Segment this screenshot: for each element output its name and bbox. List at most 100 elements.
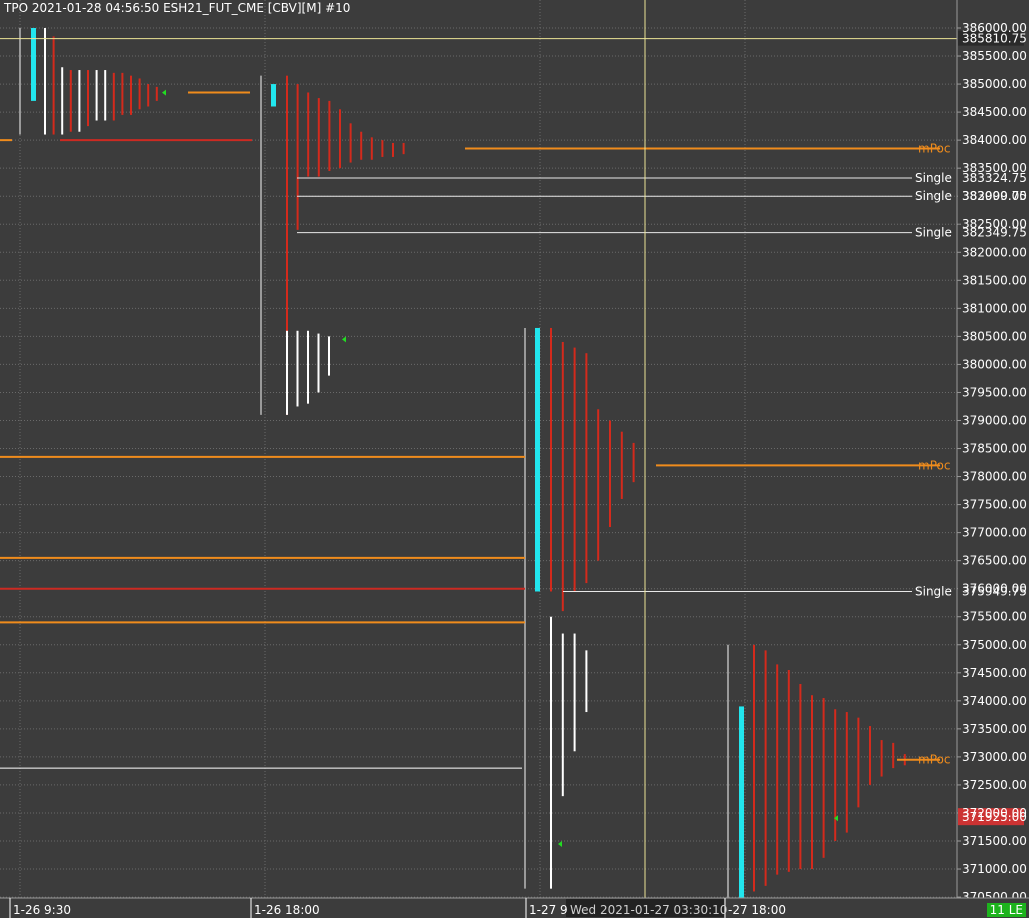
price-tick-label: 372500.00: [962, 778, 1027, 792]
chart-title: TPO 2021-01-28 04:56:50 ESH21_FUT_CME [C…: [4, 1, 351, 15]
price-tick-label: 371000.00: [962, 862, 1027, 876]
tpo-column: [360, 131, 363, 160]
tpo-column: [130, 75, 132, 115]
tpo-column-lower: [561, 633, 564, 797]
single-label: Single: [915, 171, 952, 185]
price-tick-label: 377000.00: [962, 526, 1027, 540]
price-tick-label: 381000.00: [962, 301, 1027, 315]
chart-background: [0, 0, 1029, 918]
price-tick-label: 373000.00: [962, 750, 1027, 764]
single-label: Single: [915, 189, 952, 203]
time-tick-label: -27 18:00: [728, 903, 786, 917]
tpo-column: [632, 442, 635, 483]
price-tick-label: 373500.00: [962, 722, 1027, 736]
last-price-label: 371925.00: [962, 810, 1027, 824]
tpo-column: [857, 717, 860, 808]
initial-balance-bar: [535, 327, 540, 592]
tpo-column: [880, 740, 883, 777]
tpo-column: [892, 742, 895, 769]
time-tick-label: 1-26 18:00: [254, 903, 320, 917]
price-tick-label: 380000.00: [962, 357, 1027, 371]
tpo-column: [620, 431, 623, 499]
tpo-column: [104, 70, 107, 121]
tpo-column: [561, 341, 564, 612]
single-value-label: 382999.75: [962, 189, 1027, 203]
mpoc-label: mPoc: [918, 753, 950, 767]
single-label: Single: [915, 585, 952, 599]
tpo-column: [95, 70, 98, 121]
tpo-column-lower: [307, 330, 309, 404]
tpo-column: [787, 669, 790, 872]
tpo-column: [764, 650, 767, 886]
tpo-column-lower: [550, 616, 552, 889]
tpo-column: [339, 109, 341, 169]
time-tick-label: 1-27 9: [529, 903, 568, 917]
tpo-column: [78, 70, 81, 132]
tpo-column: [52, 36, 55, 135]
crosshair-price-label: 385810.75: [962, 32, 1027, 46]
tpo-column: [69, 70, 72, 132]
price-tick-label: 375000.00: [962, 638, 1027, 652]
tpo-column: [609, 420, 611, 528]
initial-balance-bar: [739, 706, 744, 900]
tpo-column: [44, 28, 46, 135]
tpo-column: [381, 140, 384, 157]
tpo-plot-area[interactable]: SingleSingleSingleSinglemPocmPocmPoc3860…: [0, 0, 1029, 918]
single-value-label: 382349.75: [962, 226, 1027, 240]
tpo-column: [811, 695, 813, 870]
tpo-column: [776, 664, 779, 875]
price-tick-label: 380500.00: [962, 329, 1027, 343]
tpo-column-lower: [286, 330, 288, 415]
tpo-column-lower: [573, 633, 576, 752]
tpo-column: [392, 142, 394, 157]
crosshair-time-label: Wed 2021-01-27 03:30:10: [570, 903, 727, 917]
tpo-column: [402, 142, 405, 155]
status-badge: 11 LE: [986, 903, 1026, 917]
tpo-column: [573, 347, 576, 592]
price-tick-label: 374500.00: [962, 666, 1027, 680]
tpo-column: [597, 409, 600, 561]
tpo-column: [296, 84, 299, 230]
tpo-column: [370, 137, 373, 160]
tpo-column: [585, 353, 588, 584]
mpoc-label: mPoc: [918, 142, 950, 156]
tpo-column: [317, 98, 320, 177]
price-tick-label: 376500.00: [962, 554, 1027, 568]
single-label: Single: [915, 226, 952, 240]
initial-balance-bar: [271, 84, 276, 107]
tpo-column: [87, 70, 89, 127]
price-tick-label: 384500.00: [962, 105, 1027, 119]
price-tick-label: 381500.00: [962, 273, 1027, 287]
price-tick-label: 382000.00: [962, 245, 1027, 259]
single-value-label: 383324.75: [962, 171, 1027, 185]
tpo-column: [550, 327, 552, 592]
tpo-column: [138, 78, 141, 110]
price-tick-label: 379500.00: [962, 385, 1027, 399]
price-tick-label: 385500.00: [962, 49, 1027, 63]
tpo-column-lower: [585, 650, 588, 713]
price-tick-label: 385000.00: [962, 77, 1027, 91]
tpo-column: [112, 72, 115, 121]
time-tick-label: 1-26 9:30: [13, 903, 71, 917]
price-tick-label: 375500.00: [962, 610, 1027, 624]
price-tick-label: 377500.00: [962, 498, 1027, 512]
tpo-chart[interactable]: Single Single Single Single mPoc mPoc mPoc 3860…: [0, 0, 1029, 918]
tpo-column: [61, 67, 64, 135]
tpo-column: [121, 72, 124, 115]
time-axis-bg: [0, 898, 1029, 918]
time-axis: [0, 897, 1029, 918]
tpo-column-lower: [317, 333, 320, 393]
tpo-column: [822, 698, 825, 858]
tpo-column-lower: [296, 330, 299, 407]
price-tick-label: 378000.00: [962, 470, 1027, 484]
price-tick-label: 378500.00: [962, 442, 1027, 456]
tpo-column: [155, 86, 158, 101]
tpo-column-lower: [328, 336, 330, 376]
tpo-column: [349, 123, 352, 163]
tpo-column: [147, 84, 150, 107]
tpo-column: [799, 684, 802, 870]
mpoc-label: mPoc: [918, 458, 950, 472]
price-tick-label: 379000.00: [962, 413, 1027, 427]
single-value-label: 375949.75: [962, 585, 1027, 599]
price-tick-label: 371500.00: [962, 834, 1027, 848]
